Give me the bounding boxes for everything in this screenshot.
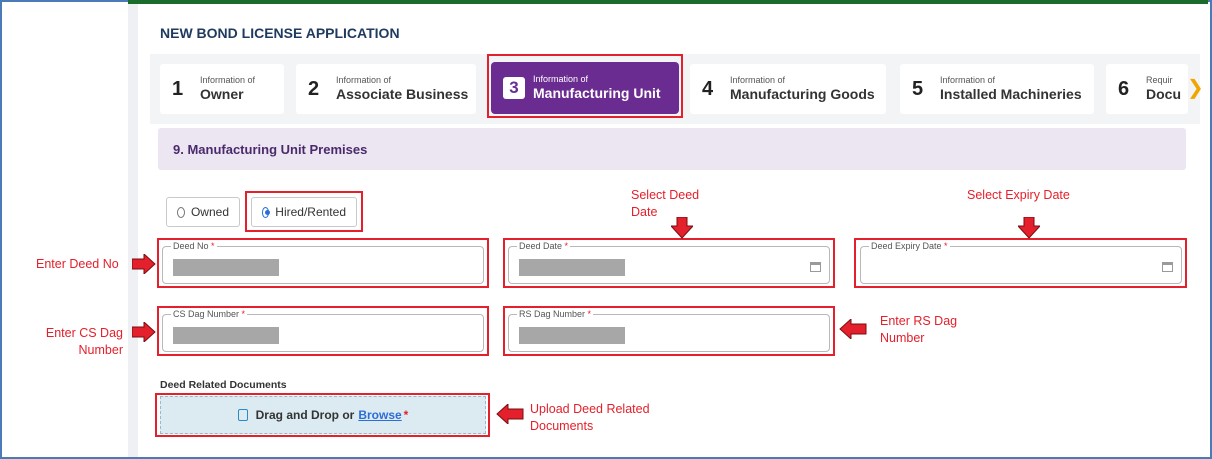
highlight-box-deed-date bbox=[503, 238, 835, 288]
step-caption: Requir bbox=[1146, 75, 1173, 85]
step-label: Docu bbox=[1146, 86, 1181, 102]
annotation-line: Upload Deed Related bbox=[530, 402, 650, 416]
annotation-line: Enter RS Dag bbox=[880, 314, 958, 328]
step-number: 6 bbox=[1118, 77, 1130, 100]
step-6-required-documents[interactable]: 6 Requir Docu bbox=[1106, 64, 1188, 114]
step-number: 5 bbox=[912, 77, 924, 100]
highlight-box-hired bbox=[245, 191, 363, 232]
radio-unchecked-icon bbox=[177, 206, 185, 218]
arrow-left-icon bbox=[496, 404, 524, 424]
annotation-line: Number bbox=[880, 331, 925, 345]
step-caption: Information of bbox=[940, 75, 996, 85]
step-number: 2 bbox=[308, 77, 320, 100]
annotation-line: Documents bbox=[530, 419, 594, 433]
annotation-upload: Upload Deed Related Documents bbox=[530, 401, 650, 435]
step-label: Owner bbox=[200, 86, 244, 102]
step-number: 1 bbox=[172, 77, 184, 100]
highlight-box-deed-expiry bbox=[854, 238, 1187, 288]
highlight-box-rs-dag bbox=[503, 306, 835, 356]
step-1-owner[interactable]: 1 Information of Owner bbox=[160, 64, 284, 114]
step-label: Associate Business bbox=[336, 86, 469, 102]
step-4-manufacturing-goods[interactable]: 4 Information of Manufacturing Goods bbox=[690, 64, 886, 114]
step-caption: Information of bbox=[730, 75, 786, 85]
step-5-installed-machineries[interactable]: 5 Information of Installed Machineries bbox=[900, 64, 1094, 114]
annotation-line: Enter CS Dag bbox=[45, 326, 123, 340]
section-title: 9. Manufacturing Unit Premises bbox=[173, 142, 368, 157]
left-gutter bbox=[128, 4, 138, 457]
radio-owned[interactable]: Owned bbox=[166, 197, 240, 227]
arrow-right-icon bbox=[132, 322, 156, 342]
arrow-right-icon bbox=[132, 254, 156, 274]
highlight-box-cs-dag bbox=[157, 306, 489, 356]
deed-documents-label: Deed Related Documents bbox=[160, 379, 287, 391]
step-label: Installed Machineries bbox=[940, 86, 1082, 102]
chevron-right-icon[interactable]: ❯ bbox=[1187, 75, 1204, 100]
highlight-box-step-3 bbox=[487, 54, 683, 118]
annotation-select-deed-date: Select Deed Date bbox=[631, 187, 699, 221]
step-2-associate-business[interactable]: 2 Information of Associate Business bbox=[296, 64, 476, 114]
arrow-left-icon bbox=[839, 319, 867, 339]
annotation-enter-rs-dag: Enter RS Dag Number bbox=[880, 313, 957, 347]
section-header: 9. Manufacturing Unit Premises bbox=[158, 128, 1186, 170]
arrow-down-icon bbox=[1018, 217, 1040, 239]
annotation-enter-cs-dag: Enter CS Dag Number bbox=[36, 325, 123, 359]
page-title: NEW BOND LICENSE APPLICATION bbox=[160, 25, 400, 41]
annotation-select-expiry: Select Expiry Date bbox=[967, 188, 1070, 202]
annotation-enter-deed-no: Enter Deed No bbox=[36, 257, 119, 271]
annotation-line: Select Deed bbox=[631, 188, 700, 202]
step-caption: Information of bbox=[336, 75, 392, 85]
step-label: Manufacturing Goods bbox=[730, 86, 875, 102]
arrow-down-icon bbox=[671, 217, 693, 239]
annotation-line: Number bbox=[78, 343, 123, 357]
radio-label: Owned bbox=[190, 205, 229, 219]
highlight-box-deed-no bbox=[157, 238, 489, 288]
highlight-box-upload bbox=[155, 393, 490, 437]
step-number: 4 bbox=[702, 77, 714, 100]
step-caption: Information of bbox=[200, 75, 256, 85]
